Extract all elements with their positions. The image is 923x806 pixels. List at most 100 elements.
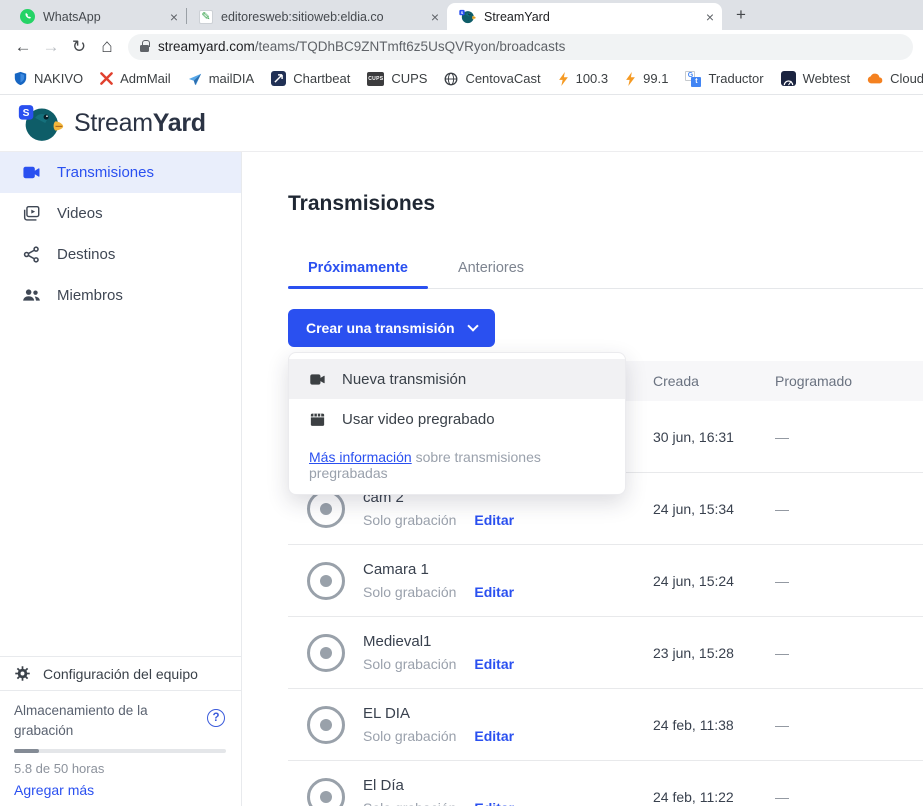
bookmark-label: NAKIVO [34, 71, 83, 86]
sidebar-item-miembros[interactable]: Miembros [0, 275, 241, 316]
sidebar-item-videos[interactable]: Videos [0, 193, 241, 234]
broadcast-row-medieval1[interactable]: Medieval1Solo grabaciónEditar23 jun, 15:… [288, 617, 923, 689]
create-broadcast-label: Crear una transmisión [306, 320, 455, 336]
video-library-icon [22, 204, 41, 223]
menu-item-label: Nueva transmisión [342, 371, 466, 388]
bookmark-centovacast[interactable]: CentovaCast [444, 71, 540, 86]
main-content: Transmisiones Próximamente Anteriores Cr… [242, 152, 923, 806]
menu-item-nueva-transmision[interactable]: Nueva transmisión [289, 359, 625, 399]
sidebar-item-label: Miembros [57, 287, 123, 304]
tab-anteriores[interactable]: Anteriores [438, 260, 544, 288]
nav-bar: ← → ↻ ⌂ streamyard.com/teams/TQDhBC9ZNTm… [0, 30, 923, 63]
bolt-icon [558, 72, 569, 86]
sidebar-item-transmisiones[interactable]: Transmisiones [0, 152, 241, 193]
back-icon[interactable]: ← [10, 34, 36, 60]
tab-close-icon[interactable]: × [706, 10, 714, 24]
scheduled-date: — [775, 501, 923, 517]
reload-icon[interactable]: ↻ [66, 34, 92, 60]
bookmark-cloudflare[interactable]: CloudFlare [867, 71, 923, 86]
record-icon [307, 634, 345, 672]
tab-close-icon[interactable]: × [170, 10, 178, 24]
cloud-icon [867, 73, 883, 84]
edit-link[interactable]: Editar [474, 656, 514, 672]
edit-link[interactable]: Editar [474, 512, 514, 528]
create-broadcast-menu: Nueva transmisión Usar video pregrabado M… [288, 352, 626, 495]
bookmark-label: Webtest [803, 71, 850, 86]
tab-close-icon[interactable]: × [431, 10, 439, 24]
create-broadcast-button[interactable]: Crear una transmisión [288, 309, 495, 347]
broadcast-row-el-dia[interactable]: El DíaSolo grabaciónEditar24 feb, 11:22— [288, 761, 923, 806]
created-date: 24 feb, 11:38 [653, 717, 775, 733]
scheduled-date: — [775, 789, 923, 805]
bookmark-label: 100.3 [576, 71, 609, 86]
scheduled-date: — [775, 429, 923, 445]
record-icon [307, 490, 345, 528]
mail-x-icon [100, 72, 113, 85]
browser-window: WhatsApp×✎editoresweb:sitioweb:eldia.co×… [0, 0, 923, 95]
sidebar-item-label: Destinos [57, 246, 115, 263]
video-camera-icon [22, 163, 41, 182]
bolt-icon [625, 72, 636, 86]
edit-link[interactable]: Editar [474, 800, 514, 806]
forward-icon[interactable]: → [38, 34, 64, 60]
more-info-link[interactable]: Más información [309, 449, 412, 465]
created-date: 24 feb, 11:22 [653, 789, 775, 805]
browser-tab-whatsapp[interactable]: WhatsApp × [8, 3, 186, 30]
bookmark-label: mailDIA [209, 71, 255, 86]
bookmark-label: AdmMail [120, 71, 171, 86]
edit-link[interactable]: Editar [474, 728, 514, 744]
created-date: 24 jun, 15:24 [653, 573, 775, 589]
camera-icon [309, 371, 326, 388]
app-logo[interactable]: StreamYard [74, 109, 206, 138]
bookmark-nakivo[interactable]: NAKIVO [14, 71, 83, 86]
column-header-creada: Creada [653, 373, 775, 389]
broadcast-name: El Día [363, 777, 514, 794]
url-bar[interactable]: streamyard.com/teams/TQDhBC9ZNTmft6z5UsQ… [128, 34, 913, 60]
gauge-icon [781, 71, 796, 86]
record-icon [307, 706, 345, 744]
broadcast-name: Medieval1 [363, 633, 514, 650]
storage-panel: Almacenamiento de la grabación ? 5.8 de … [0, 690, 241, 806]
sidebar-item-destinos[interactable]: Destinos [0, 234, 241, 275]
broadcast-row-camara-1[interactable]: Camara 1Solo grabaciónEditar24 jun, 15:2… [288, 545, 923, 617]
new-tab-button[interactable]: + [728, 2, 754, 28]
column-header-programado: Programado [775, 373, 923, 389]
menu-item-usar-video-pregrabado[interactable]: Usar video pregrabado [289, 399, 625, 439]
bookmarks-bar: NAKIVO AdmMail mailDIA Chartbeat CUPSCUPS Cen… [0, 63, 923, 95]
streamyard-duck-icon: S [459, 9, 476, 24]
team-settings-label: Configuración del equipo [43, 666, 198, 682]
bookmark-admmail[interactable]: AdmMail [100, 71, 171, 86]
record-icon [307, 778, 345, 806]
broadcast-type: Solo grabación [363, 512, 456, 528]
scheduled-date: — [775, 573, 923, 589]
bookmark-cups[interactable]: CUPSCUPS [367, 71, 427, 86]
scheduled-date: — [775, 717, 923, 733]
created-date: 23 jun, 15:28 [653, 645, 775, 661]
bookmark-maildia[interactable]: mailDIA [188, 71, 255, 86]
paper-plane-icon [188, 72, 202, 86]
bookmark-webtest[interactable]: Webtest [781, 71, 850, 86]
tab-proximamente[interactable]: Próximamente [288, 260, 428, 288]
tab-title: WhatsApp [43, 10, 162, 24]
team-settings-button[interactable]: Configuración del equipo [0, 656, 241, 690]
broadcast-name: Camara 1 [363, 561, 514, 578]
shield-icon [14, 71, 27, 86]
bookmark-traductor[interactable]: GtTraductor [685, 71, 763, 87]
add-more-link[interactable]: Agregar más [14, 782, 227, 798]
bookmark-label: CentovaCast [465, 71, 540, 86]
bookmark-label: Chartbeat [293, 71, 350, 86]
home-icon[interactable]: ⌂ [94, 34, 120, 60]
edit-link[interactable]: Editar [474, 584, 514, 600]
browser-tab-editoresweb-sitioweb-eldia-co[interactable]: ✎editoresweb:sitioweb:eldia.co× [187, 3, 447, 30]
bookmark-chartbeat[interactable]: Chartbeat [271, 71, 350, 86]
menu-item-label: Usar video pregrabado [342, 411, 495, 428]
bookmark-label: Traductor [708, 71, 763, 86]
broadcast-row-el-dia[interactable]: EL DIASolo grabaciónEditar24 feb, 11:38— [288, 689, 923, 761]
bookmark-label: CUPS [391, 71, 427, 86]
globe-icon [444, 72, 458, 86]
browser-tab-streamyard[interactable]: SStreamYard× [447, 3, 722, 30]
bookmark-99-1[interactable]: 99.1 [625, 71, 668, 86]
help-icon[interactable]: ? [207, 709, 225, 727]
bookmark-100-3[interactable]: 100.3 [558, 71, 609, 86]
created-date: 24 jun, 15:34 [653, 501, 775, 517]
